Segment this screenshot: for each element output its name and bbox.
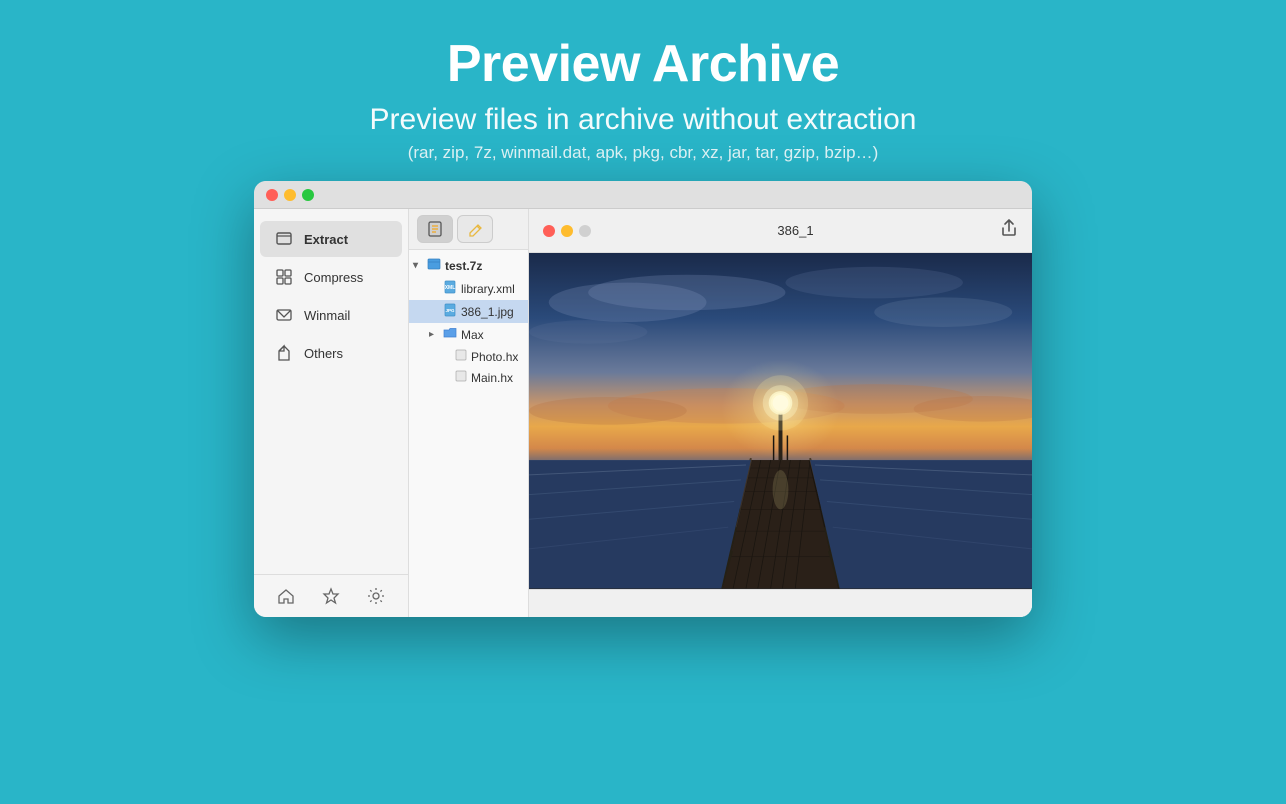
preview-minimize[interactable] bbox=[561, 225, 573, 237]
preview-bottom-bar bbox=[529, 589, 1032, 617]
preview-filename: 386_1 bbox=[591, 223, 1000, 238]
sidebar-item-extract-label: Extract bbox=[304, 232, 348, 247]
tree-item-max[interactable]: ▸ Max bbox=[409, 323, 528, 346]
tree-root-label: test.7z bbox=[445, 259, 482, 273]
tree-item-library-label: library.xml bbox=[461, 282, 515, 296]
close-button[interactable] bbox=[266, 189, 278, 201]
sidebar-footer bbox=[254, 574, 408, 617]
preview-toolbar: 386_1 bbox=[529, 209, 1032, 253]
tree-item-photo[interactable]: ▸ Photo.hx bbox=[409, 346, 528, 367]
compress-icon bbox=[274, 267, 294, 287]
sidebar-item-winmail[interactable]: Winmail bbox=[260, 297, 402, 333]
file-toolbar bbox=[409, 209, 528, 250]
preview-maximize[interactable] bbox=[579, 225, 591, 237]
minimize-button[interactable] bbox=[284, 189, 296, 201]
app-content: Extract Compress bbox=[254, 209, 1032, 616]
sidebar-item-compress[interactable]: Compress bbox=[260, 259, 402, 295]
folder-icon bbox=[443, 326, 457, 343]
svg-text:JPG: JPG bbox=[445, 308, 455, 313]
pier-image bbox=[529, 253, 1032, 588]
sidebar-item-others-label: Others bbox=[304, 346, 343, 361]
page-title: Preview Archive bbox=[370, 36, 917, 93]
title-bar bbox=[254, 181, 1032, 209]
tree-item-library[interactable]: ▸ XML library.xml bbox=[409, 277, 528, 300]
sidebar-item-extract[interactable]: Extract bbox=[260, 221, 402, 257]
svg-text:XML: XML bbox=[445, 285, 456, 291]
hx-file-icon-2 bbox=[455, 370, 467, 385]
tree-item-max-label: Max bbox=[461, 328, 484, 342]
tree-item-386[interactable]: ▸ JPG 386_1.jpg bbox=[409, 300, 528, 323]
file-tree: ▾ test.7z ▸ XML bbox=[409, 250, 528, 392]
xml-file-icon: XML bbox=[443, 280, 457, 297]
maximize-button[interactable] bbox=[302, 189, 314, 201]
archive-icon bbox=[427, 257, 441, 274]
preview-traffic-lights bbox=[543, 225, 591, 237]
tree-item-main[interactable]: ▸ Main.hx bbox=[409, 367, 528, 388]
max-expand-arrow: ▸ bbox=[429, 329, 439, 340]
home-footer-icon[interactable] bbox=[275, 585, 297, 607]
tree-item-main-label: Main.hx bbox=[471, 371, 513, 385]
sidebar-item-compress-label: Compress bbox=[304, 270, 363, 285]
jpg-file-icon: JPG bbox=[443, 303, 457, 320]
preview-actions bbox=[1000, 218, 1018, 243]
subtitle: Preview files in archive without extract… bbox=[370, 103, 917, 137]
file-panel: ▾ test.7z ▸ XML bbox=[409, 209, 529, 616]
expand-arrow: ▾ bbox=[413, 260, 423, 271]
winmail-icon bbox=[274, 305, 294, 325]
traffic-lights bbox=[266, 189, 314, 201]
tree-item-photo-label: Photo.hx bbox=[471, 350, 518, 364]
app-window: Extract Compress bbox=[254, 181, 1032, 616]
sidebar-items: Extract Compress bbox=[254, 209, 408, 383]
preview-panel: 386_1 bbox=[529, 209, 1032, 616]
sidebar-item-winmail-label: Winmail bbox=[304, 308, 350, 323]
tree-root[interactable]: ▾ test.7z bbox=[409, 254, 528, 277]
toolbar-btn-2[interactable] bbox=[457, 215, 493, 243]
gear-footer-icon[interactable] bbox=[365, 585, 387, 607]
toolbar-btn-1[interactable] bbox=[417, 215, 453, 243]
hx-file-icon-1 bbox=[455, 349, 467, 364]
preview-close[interactable] bbox=[543, 225, 555, 237]
share-button[interactable] bbox=[1000, 218, 1018, 243]
preview-image-container bbox=[529, 253, 1032, 588]
header-section: Preview Archive Preview files in archive… bbox=[370, 0, 917, 181]
sidebar-item-others[interactable]: Others bbox=[260, 335, 402, 371]
others-icon bbox=[274, 343, 294, 363]
extract-icon bbox=[274, 229, 294, 249]
tree-item-386-label: 386_1.jpg bbox=[461, 305, 514, 319]
star-footer-icon[interactable] bbox=[320, 585, 342, 607]
formats-text: (rar, zip, 7z, winmail.dat, apk, pkg, cb… bbox=[370, 143, 917, 163]
sidebar: Extract Compress bbox=[254, 209, 409, 616]
